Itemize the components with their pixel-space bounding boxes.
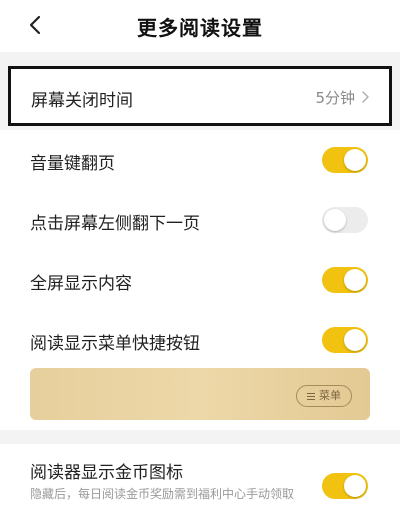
coin-icon-label: 阅读器显示金币图标 bbox=[30, 463, 183, 483]
toggle-knob bbox=[344, 149, 366, 171]
tap-left-next-page-label: 点击屏幕左侧翻下一页 bbox=[30, 214, 200, 234]
menu-preview-label: 菜单 bbox=[319, 389, 341, 402]
tap-left-next-page-row: 点击屏幕左侧翻下一页 bbox=[0, 190, 400, 250]
chevron-right-icon bbox=[362, 91, 369, 103]
screen-timeout-value: 5分钟 bbox=[315, 89, 355, 107]
fullscreen-content-toggle[interactable] bbox=[322, 267, 368, 293]
coin-icon-row: 阅读器显示金币图标 隐藏后，每日阅读金币奖励需到福利中心手动领取 bbox=[0, 444, 400, 527]
menu-preview-button: 菜单 bbox=[296, 385, 352, 407]
volume-key-turn-row: 音量键翻页 bbox=[0, 130, 400, 190]
screen-timeout-label: 屏幕关闭时间 bbox=[31, 91, 133, 111]
toggle-knob bbox=[344, 269, 366, 291]
toggle-knob bbox=[344, 329, 366, 351]
tap-left-next-page-toggle[interactable] bbox=[322, 207, 368, 233]
coin-icon-toggle[interactable] bbox=[322, 473, 368, 499]
menu-shortcut-label: 阅读显示菜单快捷按钮 bbox=[30, 334, 200, 354]
fullscreen-content-label: 全屏显示内容 bbox=[30, 274, 132, 294]
coin-icon-description: 隐藏后，每日阅读金币奖励需到福利中心手动领取 bbox=[30, 487, 295, 501]
top-bar: 更多阅读设置 bbox=[0, 0, 400, 52]
menu-lines-icon bbox=[307, 392, 315, 400]
page-title: 更多阅读设置 bbox=[137, 16, 263, 40]
volume-key-turn-toggle[interactable] bbox=[322, 147, 368, 173]
menu-shortcut-toggle[interactable] bbox=[322, 327, 368, 353]
volume-key-turn-label: 音量键翻页 bbox=[30, 154, 115, 174]
menu-preview-image: 菜单 bbox=[30, 368, 370, 420]
section-gap bbox=[0, 52, 400, 66]
toggle-knob bbox=[324, 209, 346, 231]
toggle-knob bbox=[344, 475, 366, 497]
screen-timeout-row[interactable]: 屏幕关闭时间 5分钟 bbox=[8, 66, 392, 126]
fullscreen-content-row: 全屏显示内容 bbox=[0, 250, 400, 310]
